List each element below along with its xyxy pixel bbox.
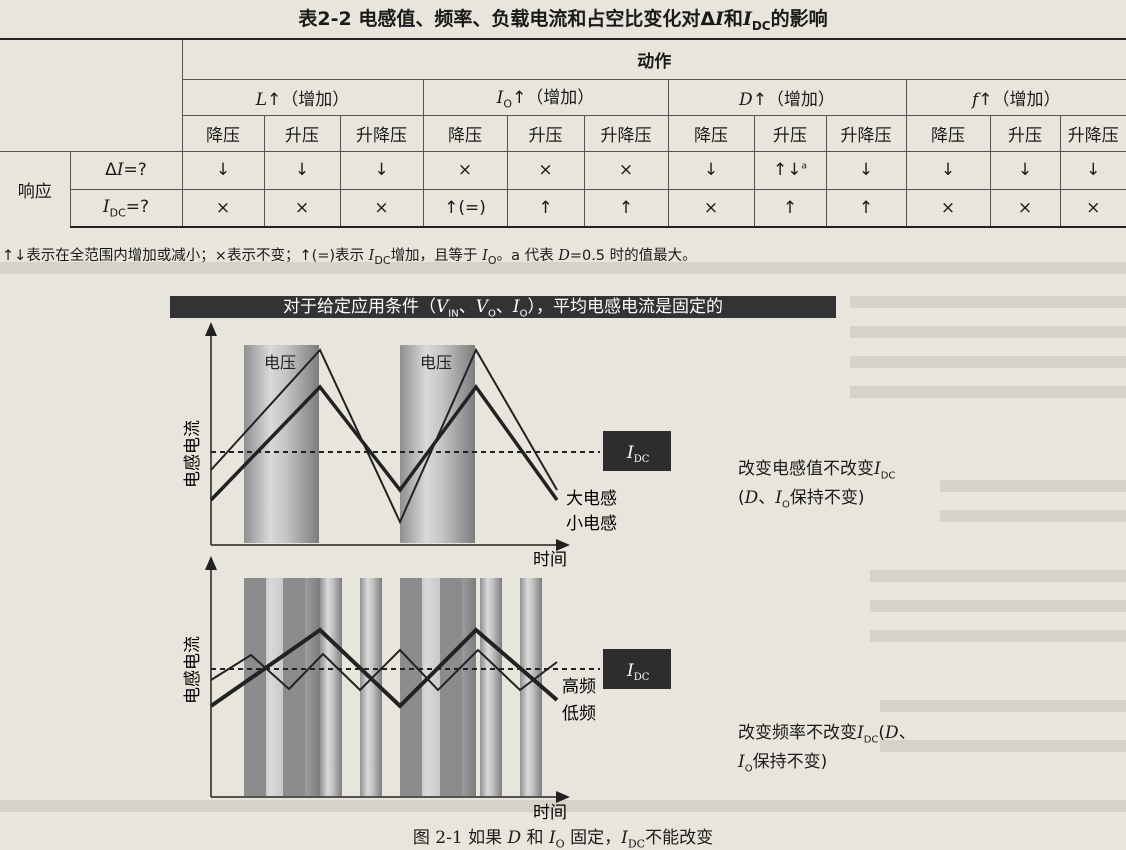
idc-sub: DC: [634, 454, 650, 465]
voltage-label: 电压: [264, 353, 296, 372]
large-inductor-label: 大电感: [566, 489, 617, 509]
note-var: D: [744, 488, 759, 509]
inductance-note-line1: 改变电感值不改变IDC: [738, 458, 895, 487]
top-chart: 电压 电压 大电感 小电感 时间 电感电流 IDC: [183, 322, 671, 570]
note-var: I: [874, 459, 881, 479]
idc-box: [603, 649, 671, 689]
y-axis-arrow: [205, 556, 217, 570]
voltage-label: 电压: [420, 353, 452, 372]
idc-box: [603, 431, 671, 471]
note-var: D: [885, 723, 899, 743]
frequency-note: 改变频率不改变IDC(D、 IO保持不变): [738, 722, 916, 781]
time-axis-label: 时间: [533, 550, 567, 570]
low-frequency-label: 低频: [562, 704, 596, 724]
current-axis-label: 电感电流: [183, 636, 203, 704]
idc-sub: DC: [634, 672, 650, 683]
caption-text: 固定，: [564, 828, 622, 848]
note-var: I: [857, 723, 864, 743]
note-var: I: [738, 752, 745, 773]
inductor-current-figure: 电压 电压 大电感 小电感 时间 电感电流 IDC 高频 低频 时间 电感电流 …: [183, 322, 671, 823]
high-frequency-label: 高频: [562, 677, 596, 697]
caption-var: D: [507, 828, 522, 848]
note-sub: DC: [863, 734, 879, 746]
caption-sub: O: [555, 837, 565, 850]
small-inductor-label: 小电感: [566, 514, 617, 534]
caption-text: 不能改变: [645, 828, 714, 848]
y-axis-arrow: [205, 322, 217, 336]
caption-sub: DC: [627, 837, 646, 850]
high-freq-band: [320, 578, 342, 796]
high-freq-band: [480, 578, 502, 796]
time-axis-label: 时间: [533, 803, 567, 823]
inductance-note-line2: (D、IO保持不变): [738, 487, 895, 516]
note-sub: DC: [880, 470, 896, 482]
note-text: 、: [898, 723, 916, 743]
note-text: 改变电感值不改变: [738, 459, 874, 479]
note-var: I: [775, 488, 782, 509]
figure-caption: 图 2-1 如果 D 和 IO 固定，IDC不能改变: [0, 823, 1126, 850]
frequency-note-line1: 改变频率不改变IDC(D、: [738, 722, 916, 751]
caption-text: 图 2-1 如果: [412, 828, 508, 848]
note-sub: O: [782, 499, 790, 511]
caption-var: I: [548, 828, 556, 848]
note-text: (: [738, 488, 745, 509]
note-text: 保持不变): [752, 752, 828, 773]
voltage-band: [400, 345, 475, 543]
frequency-note-line2: IO保持不变): [738, 751, 916, 780]
note-sub: O: [744, 763, 753, 775]
caption-var: I: [621, 828, 628, 848]
high-frequency-bands: [244, 578, 542, 796]
note-text: 改变频率不改变: [738, 723, 857, 743]
inductance-note: 改变电感值不改变IDC (D、IO保持不变): [738, 458, 895, 517]
high-freq-band: [440, 578, 462, 796]
current-axis-label: 电感电流: [183, 420, 203, 488]
caption-text: 和: [521, 828, 549, 848]
x-axis-arrow: [556, 791, 570, 803]
note-text: 保持不变): [789, 488, 865, 509]
high-freq-band: [244, 578, 266, 796]
voltage-band: [244, 345, 319, 543]
note-text: 、: [758, 488, 776, 509]
bottom-chart: 高频 低频 时间 电感电流 IDC: [183, 556, 671, 823]
